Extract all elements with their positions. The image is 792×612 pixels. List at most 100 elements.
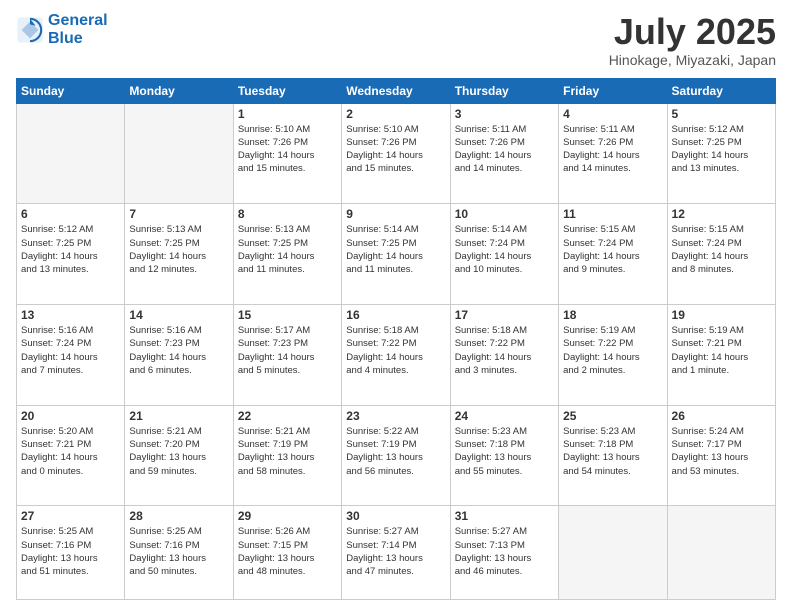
day-cell: 29 Sunrise: 5:26 AM Sunset: 7:15 PM Dayli…	[233, 506, 341, 600]
day-cell: 17 Sunrise: 5:18 AM Sunset: 7:22 PM Dayli…	[450, 305, 558, 406]
day-cell: 26 Sunrise: 5:24 AM Sunset: 7:17 PM Dayli…	[667, 405, 775, 506]
day-number: 11	[563, 207, 662, 221]
week-row-1: 1 Sunrise: 5:10 AM Sunset: 7:26 PM Daylig…	[17, 103, 776, 204]
day-cell: 6Sunrise: 5:12 AM Sunset: 7:25 PM Daylig…	[17, 204, 125, 305]
day-cell: 13 Sunrise: 5:16 AM Sunset: 7:24 PM Dayli…	[17, 305, 125, 406]
day-info: Sunrise: 5:22 AM Sunset: 7:19 PM Dayligh…	[346, 425, 445, 478]
day-cell: 28 Sunrise: 5:25 AM Sunset: 7:16 PM Dayli…	[125, 506, 233, 600]
day-cell: 20 Sunrise: 5:20 AM Sunset: 7:21 PM Dayli…	[17, 405, 125, 506]
day-cell: 18Sunrise: 5:19 AM Sunset: 7:22 PM Dayli…	[559, 305, 667, 406]
day-info: Sunrise: 5:11 AM Sunset: 7:26 PM Dayligh…	[455, 123, 554, 176]
day-info: Sunrise: 5:23 AM Sunset: 7:18 PM Dayligh…	[455, 425, 554, 478]
day-info: Sunrise: 5:23 AM Sunset: 7:18 PM Dayligh…	[563, 425, 662, 478]
day-number: 5	[672, 107, 771, 121]
day-cell: 12 Sunrise: 5:15 AM Sunset: 7:24 PM Dayli…	[667, 204, 775, 305]
logo-line2: Blue	[48, 30, 83, 47]
day-info: Sunrise: 5:15 AM Sunset: 7:24 PM Dayligh…	[563, 223, 662, 276]
weekday-friday: Friday	[559, 78, 667, 103]
day-info: Sunrise: 5:24 AM Sunset: 7:17 PM Dayligh…	[672, 425, 771, 478]
month-title: July 2025	[609, 12, 776, 52]
weekday-monday: Monday	[125, 78, 233, 103]
day-cell: 14Sunrise: 5:16 AM Sunset: 7:23 PM Dayli…	[125, 305, 233, 406]
day-number: 17	[455, 308, 554, 322]
day-cell: 1 Sunrise: 5:10 AM Sunset: 7:26 PM Daylig…	[233, 103, 341, 204]
day-number: 1	[238, 107, 337, 121]
day-cell	[559, 506, 667, 600]
day-number: 3	[455, 107, 554, 121]
day-info: Sunrise: 5:20 AM Sunset: 7:21 PM Dayligh…	[21, 425, 120, 478]
day-info: Sunrise: 5:21 AM Sunset: 7:20 PM Dayligh…	[129, 425, 228, 478]
day-number: 4	[563, 107, 662, 121]
day-cell: 24 Sunrise: 5:23 AM Sunset: 7:18 PM Dayli…	[450, 405, 558, 506]
header: General Blue July 2025 Hinokage, Miyazak…	[16, 12, 776, 68]
day-cell: 23 Sunrise: 5:22 AM Sunset: 7:19 PM Dayli…	[342, 405, 450, 506]
day-info: Sunrise: 5:10 AM Sunset: 7:26 PM Dayligh…	[238, 123, 337, 176]
day-info: Sunrise: 5:12 AM Sunset: 7:25 PM Dayligh…	[672, 123, 771, 176]
day-number: 7	[129, 207, 228, 221]
calendar: SundayMondayTuesdayWednesdayThursdayFrid…	[16, 78, 776, 600]
day-cell: 4 Sunrise: 5:11 AM Sunset: 7:26 PM Daylig…	[559, 103, 667, 204]
day-number: 24	[455, 409, 554, 423]
day-info: Sunrise: 5:27 AM Sunset: 7:14 PM Dayligh…	[346, 525, 445, 578]
day-info: Sunrise: 5:25 AM Sunset: 7:16 PM Dayligh…	[129, 525, 228, 578]
day-info: Sunrise: 5:17 AM Sunset: 7:23 PM Dayligh…	[238, 324, 337, 377]
day-info: Sunrise: 5:13 AM Sunset: 7:25 PM Dayligh…	[129, 223, 228, 276]
day-cell: 31 Sunrise: 5:27 AM Sunset: 7:13 PM Dayli…	[450, 506, 558, 600]
day-info: Sunrise: 5:11 AM Sunset: 7:26 PM Dayligh…	[563, 123, 662, 176]
week-row-5: 27 Sunrise: 5:25 AM Sunset: 7:16 PM Dayli…	[17, 506, 776, 600]
day-cell: 10Sunrise: 5:14 AM Sunset: 7:24 PM Dayli…	[450, 204, 558, 305]
day-info: Sunrise: 5:12 AM Sunset: 7:25 PM Dayligh…	[21, 223, 120, 276]
day-number: 23	[346, 409, 445, 423]
day-info: Sunrise: 5:26 AM Sunset: 7:15 PM Dayligh…	[238, 525, 337, 578]
day-cell: 3 Sunrise: 5:11 AM Sunset: 7:26 PM Daylig…	[450, 103, 558, 204]
day-number: 22	[238, 409, 337, 423]
day-number: 30	[346, 509, 445, 523]
day-cell: 7 Sunrise: 5:13 AM Sunset: 7:25 PM Daylig…	[125, 204, 233, 305]
day-info: Sunrise: 5:16 AM Sunset: 7:23 PM Dayligh…	[129, 324, 228, 377]
day-number: 15	[238, 308, 337, 322]
day-info: Sunrise: 5:19 AM Sunset: 7:22 PM Dayligh…	[563, 324, 662, 377]
location: Hinokage, Miyazaki, Japan	[609, 52, 776, 68]
day-number: 28	[129, 509, 228, 523]
weekday-tuesday: Tuesday	[233, 78, 341, 103]
day-info: Sunrise: 5:18 AM Sunset: 7:22 PM Dayligh…	[455, 324, 554, 377]
day-info: Sunrise: 5:13 AM Sunset: 7:25 PM Dayligh…	[238, 223, 337, 276]
day-number: 27	[21, 509, 120, 523]
day-info: Sunrise: 5:16 AM Sunset: 7:24 PM Dayligh…	[21, 324, 120, 377]
day-info: Sunrise: 5:19 AM Sunset: 7:21 PM Dayligh…	[672, 324, 771, 377]
logo-icon	[16, 16, 44, 44]
day-cell	[667, 506, 775, 600]
day-info: Sunrise: 5:27 AM Sunset: 7:13 PM Dayligh…	[455, 525, 554, 578]
day-cell: 8 Sunrise: 5:13 AM Sunset: 7:25 PM Daylig…	[233, 204, 341, 305]
day-cell: 5 Sunrise: 5:12 AM Sunset: 7:25 PM Daylig…	[667, 103, 775, 204]
weekday-saturday: Saturday	[667, 78, 775, 103]
day-number: 9	[346, 207, 445, 221]
day-number: 26	[672, 409, 771, 423]
day-number: 12	[672, 207, 771, 221]
day-info: Sunrise: 5:15 AM Sunset: 7:24 PM Dayligh…	[672, 223, 771, 276]
day-number: 13	[21, 308, 120, 322]
day-info: Sunrise: 5:25 AM Sunset: 7:16 PM Dayligh…	[21, 525, 120, 578]
day-cell: 15 Sunrise: 5:17 AM Sunset: 7:23 PM Dayli…	[233, 305, 341, 406]
day-number: 10	[455, 207, 554, 221]
day-number: 31	[455, 509, 554, 523]
logo: General Blue	[16, 12, 108, 47]
week-row-4: 20 Sunrise: 5:20 AM Sunset: 7:21 PM Dayli…	[17, 405, 776, 506]
weekday-sunday: Sunday	[17, 78, 125, 103]
day-cell: 16 Sunrise: 5:18 AM Sunset: 7:22 PM Dayli…	[342, 305, 450, 406]
day-number: 8	[238, 207, 337, 221]
day-number: 19	[672, 308, 771, 322]
day-cell: 25Sunrise: 5:23 AM Sunset: 7:18 PM Dayli…	[559, 405, 667, 506]
day-number: 2	[346, 107, 445, 121]
page: General Blue July 2025 Hinokage, Miyazak…	[0, 0, 792, 612]
day-number: 20	[21, 409, 120, 423]
title-block: July 2025 Hinokage, Miyazaki, Japan	[609, 12, 776, 68]
week-row-2: 6Sunrise: 5:12 AM Sunset: 7:25 PM Daylig…	[17, 204, 776, 305]
day-number: 16	[346, 308, 445, 322]
logo-line1: General	[48, 12, 108, 29]
day-info: Sunrise: 5:10 AM Sunset: 7:26 PM Dayligh…	[346, 123, 445, 176]
day-cell: 27 Sunrise: 5:25 AM Sunset: 7:16 PM Dayli…	[17, 506, 125, 600]
day-info: Sunrise: 5:18 AM Sunset: 7:22 PM Dayligh…	[346, 324, 445, 377]
day-number: 29	[238, 509, 337, 523]
day-info: Sunrise: 5:21 AM Sunset: 7:19 PM Dayligh…	[238, 425, 337, 478]
